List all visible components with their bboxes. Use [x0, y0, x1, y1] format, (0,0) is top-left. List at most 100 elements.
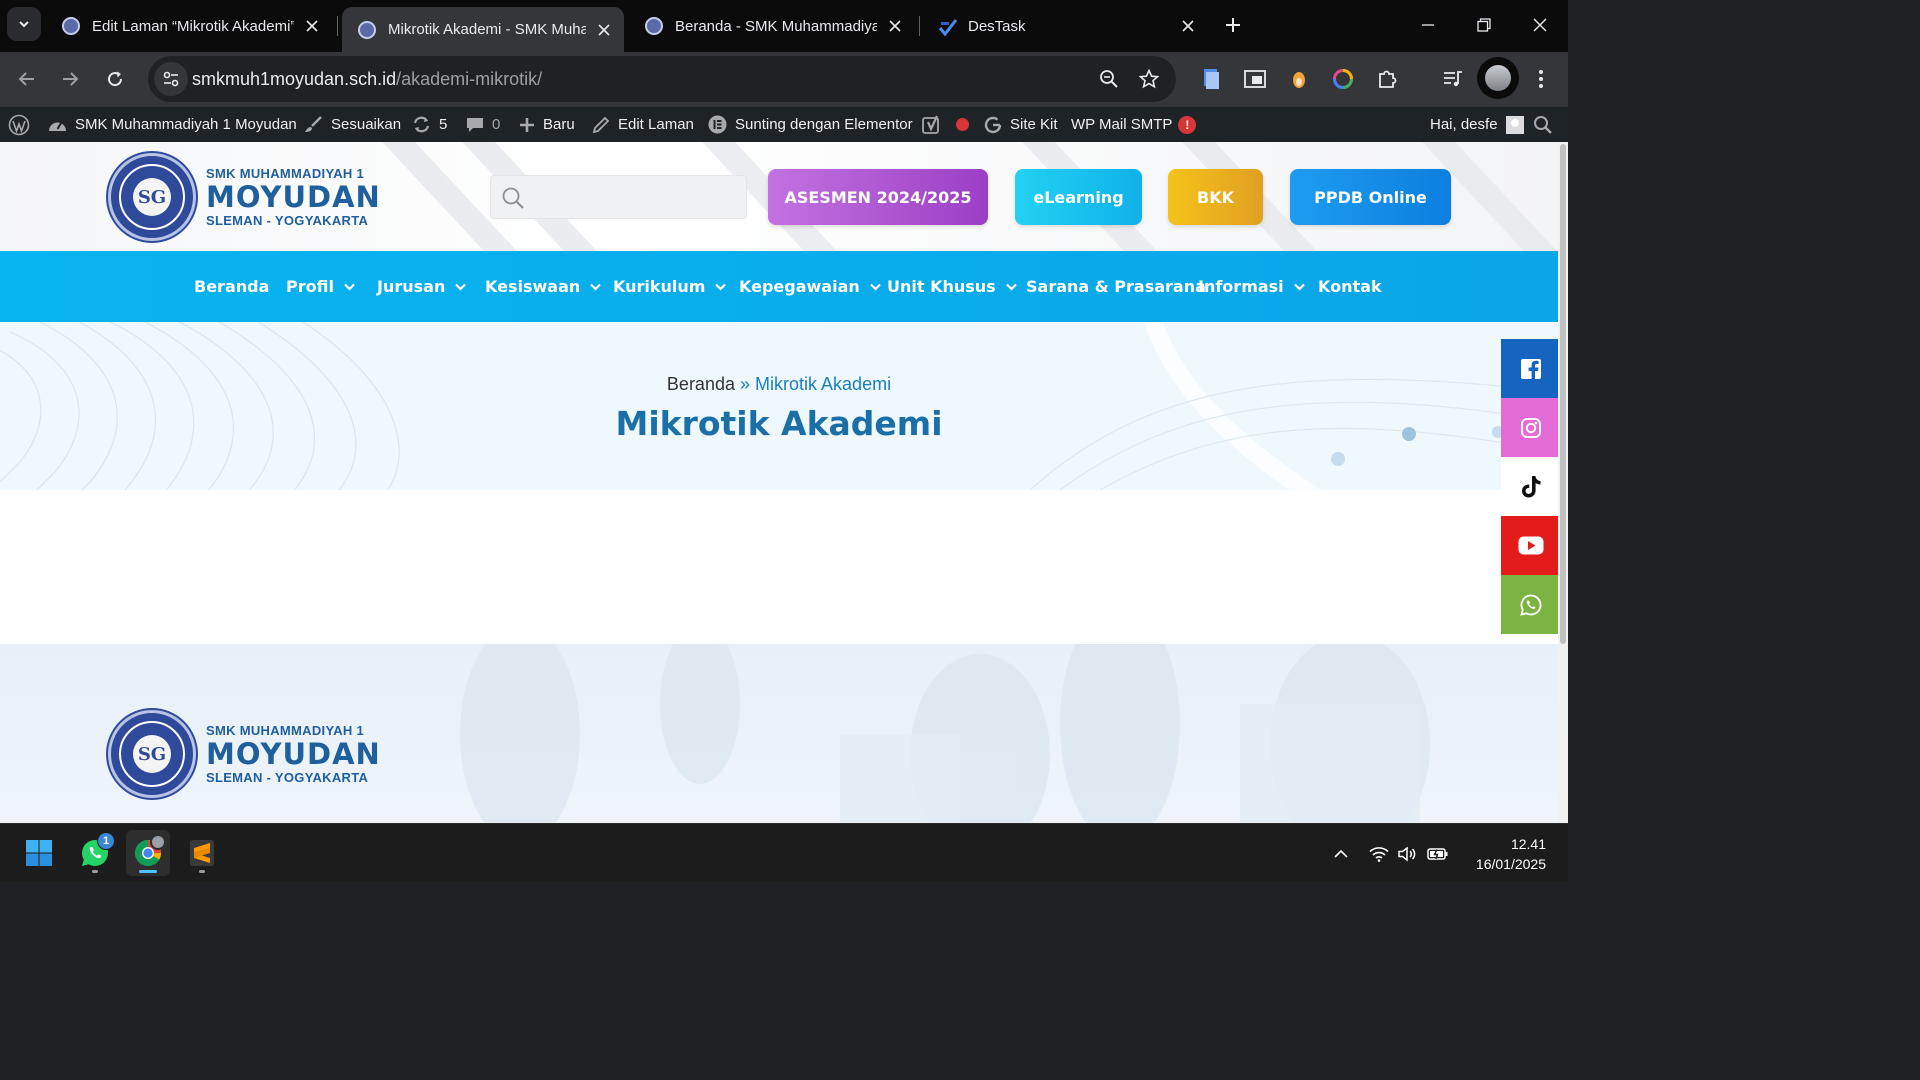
main-navigation: Beranda Profil Jurusan Kesiswaan Kurikul…	[0, 251, 1558, 322]
media-control-button[interactable]	[1440, 66, 1466, 92]
my-account-menu[interactable]: Hai, desfe	[1430, 107, 1524, 142]
bkk-button[interactable]: BKK	[1168, 169, 1263, 225]
close-tab-icon[interactable]	[885, 16, 905, 36]
tiktok-button[interactable]	[1501, 457, 1558, 516]
restore-button[interactable]	[1456, 0, 1512, 50]
scrollbar-thumb[interactable]	[1560, 144, 1566, 644]
brush-icon	[304, 115, 323, 134]
browser-tab-edit-laman[interactable]: Edit Laman “Mikrotik Akademi” ‹ SMK	[46, 7, 332, 45]
wordpress-menu[interactable]	[8, 107, 30, 142]
nav-item-beranda[interactable]: Beranda	[194, 251, 269, 322]
taskbar-whatsapp[interactable]: 1	[73, 830, 117, 876]
breadcrumb-current: Mikrotik Akademi	[755, 374, 892, 394]
taskbar-chrome[interactable]	[126, 830, 170, 876]
customize-link[interactable]: Sesuaikan	[304, 107, 401, 142]
tab-separator	[919, 16, 920, 36]
zoom-button[interactable]	[1097, 67, 1121, 91]
extensions-button[interactable]	[1374, 66, 1400, 92]
tab-search-button[interactable]	[7, 7, 41, 41]
logo-line-1: SMK MUHAMMADIYAH 1	[206, 723, 365, 738]
taskbar-sublime-text[interactable]	[180, 830, 224, 876]
show-hidden-icons-button[interactable]	[1326, 824, 1356, 883]
wp-mail-smtp-link[interactable]: WP Mail SMTP !	[1071, 107, 1197, 142]
comments-link[interactable]: 0	[466, 107, 500, 142]
extension-colorful-button[interactable]	[1330, 66, 1356, 92]
restore-icon	[1477, 18, 1491, 32]
close-tab-icon[interactable]	[302, 16, 322, 36]
whatsapp-button[interactable]	[1501, 575, 1558, 634]
page-scrollbar[interactable]	[1558, 142, 1568, 823]
profile-badge-icon	[150, 834, 166, 850]
site-kit-link[interactable]: Site Kit	[984, 107, 1058, 142]
admin-search-button[interactable]	[1533, 107, 1552, 142]
bookmark-button[interactable]	[1137, 67, 1161, 91]
new-content-link[interactable]: Baru	[519, 107, 575, 142]
nav-label: Beranda	[194, 277, 270, 296]
new-tab-button[interactable]	[1218, 10, 1248, 40]
logo-text: SMK MUHAMMADIYAH 1 MOYUDAN SLEMAN - YOGY…	[206, 723, 381, 785]
nav-item-unit-khusus[interactable]: Unit Khusus	[887, 251, 1017, 322]
logo-line-1: SMK MUHAMMADIYAH 1	[206, 166, 365, 181]
browser-tab-destask[interactable]: DesTask	[922, 7, 1208, 45]
updates-link[interactable]: 5	[412, 107, 447, 142]
profile-avatar-button[interactable]	[1477, 57, 1519, 99]
footer-logo-link[interactable]: SG SMK MUHAMMADIYAH 1 MOYUDAN SLEMAN - Y…	[108, 710, 381, 798]
system-clock[interactable]: 12.41 16/01/2025	[1460, 834, 1546, 874]
volume-button[interactable]	[1394, 824, 1420, 883]
forward-button[interactable]	[53, 62, 87, 96]
nav-item-profil[interactable]: Profil	[286, 251, 355, 322]
extension-fox-button[interactable]	[1286, 66, 1312, 92]
elearning-button[interactable]: eLearning	[1015, 169, 1142, 225]
browser-tab-beranda[interactable]: Beranda - SMK Muhammadiyah 1 Moyudan	[629, 7, 915, 45]
zoom-icon	[1100, 70, 1118, 88]
close-tab-icon[interactable]	[594, 20, 614, 40]
extension-window-button[interactable]	[1242, 66, 1268, 92]
tab-title: Edit Laman “Mikrotik Akademi” ‹ SMK	[92, 17, 294, 35]
instagram-button[interactable]	[1501, 398, 1558, 457]
start-button[interactable]	[17, 830, 61, 876]
back-button[interactable]	[10, 62, 44, 96]
yoast-seo-menu[interactable]	[922, 107, 944, 142]
elementor-edit-link[interactable]: Sunting dengan Elementor	[708, 107, 913, 142]
youtube-button[interactable]	[1501, 516, 1558, 575]
extension-docs-button[interactable]	[1198, 66, 1224, 92]
logo-line-2: MOYUDAN	[206, 737, 381, 771]
nav-item-kontak[interactable]: Kontak	[1318, 251, 1382, 322]
nav-item-kepegawaian[interactable]: Kepegawaian	[739, 251, 881, 322]
seo-score-indicator	[956, 107, 969, 142]
close-tab-icon[interactable]	[1178, 16, 1198, 36]
nav-item-jurusan[interactable]: Jurusan	[377, 251, 467, 322]
nav-label: Kepegawaian	[739, 277, 860, 296]
ppdb-online-button[interactable]: PPDB Online	[1290, 169, 1451, 225]
pencil-icon	[592, 116, 610, 134]
nav-item-kurikulum[interactable]: Kurikulum	[613, 251, 727, 322]
reload-button[interactable]	[98, 62, 132, 96]
breadcrumb-home-link[interactable]: Beranda	[667, 374, 735, 394]
nav-label: Profil	[286, 277, 334, 296]
edit-page-link[interactable]: Edit Laman	[592, 107, 694, 142]
nav-label: Kontak	[1318, 277, 1382, 296]
chrome-menu-button[interactable]	[1528, 66, 1554, 92]
new-label: Baru	[543, 116, 575, 133]
nav-item-informasi[interactable]: Informasi	[1198, 251, 1305, 322]
browser-tab-mikrotik-akademi[interactable]: Mikrotik Akademi - SMK Muhammadiyah 1 Mo…	[342, 7, 624, 52]
site-logo-link[interactable]: SG SMK MUHAMMADIYAH 1 MOYUDAN SLEMAN - Y…	[108, 153, 381, 241]
address-bar[interactable]: smkmuh1moyudan.sch.id/akademi-mikrotik/	[148, 56, 1176, 102]
facebook-button[interactable]	[1501, 339, 1558, 398]
url-host: smkmuh1moyudan.sch.id	[192, 69, 397, 89]
greeting-label: Hai, desfe	[1430, 116, 1498, 133]
close-window-button[interactable]	[1512, 0, 1568, 50]
clock-date: 16/01/2025	[1475, 856, 1546, 872]
network-button[interactable]	[1366, 824, 1392, 883]
nav-item-sarana-prasarana[interactable]: Sarana & Prasarana	[1026, 251, 1206, 322]
search-input[interactable]	[535, 184, 735, 210]
asesmen-button[interactable]: ASESMEN 2024/2025	[768, 169, 988, 225]
nav-item-kesiswaan[interactable]: Kesiswaan	[485, 251, 602, 322]
tune-icon	[163, 71, 179, 87]
battery-button[interactable]	[1424, 824, 1452, 883]
site-name-link[interactable]: SMK Muhammadiyah 1 Moyudan	[48, 107, 297, 142]
minimize-button[interactable]	[1400, 0, 1456, 50]
site-info-button[interactable]	[154, 62, 188, 96]
plus-icon	[519, 117, 535, 133]
avatar	[1485, 65, 1511, 91]
